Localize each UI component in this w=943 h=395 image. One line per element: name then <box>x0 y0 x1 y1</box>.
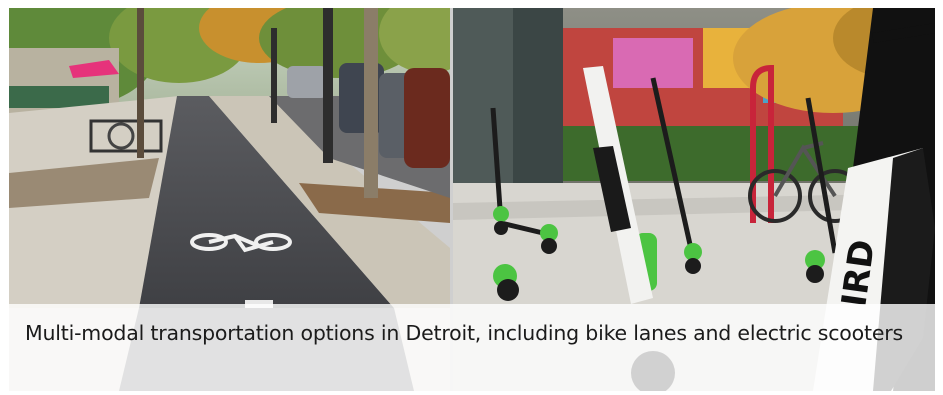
photo-caption: Multi-modal transportation options in De… <box>25 321 903 345</box>
caption-bar: Multi-modal transportation options in De… <box>9 304 935 391</box>
photo-figure: IRD Multi-modal transportation options i… <box>9 8 935 391</box>
